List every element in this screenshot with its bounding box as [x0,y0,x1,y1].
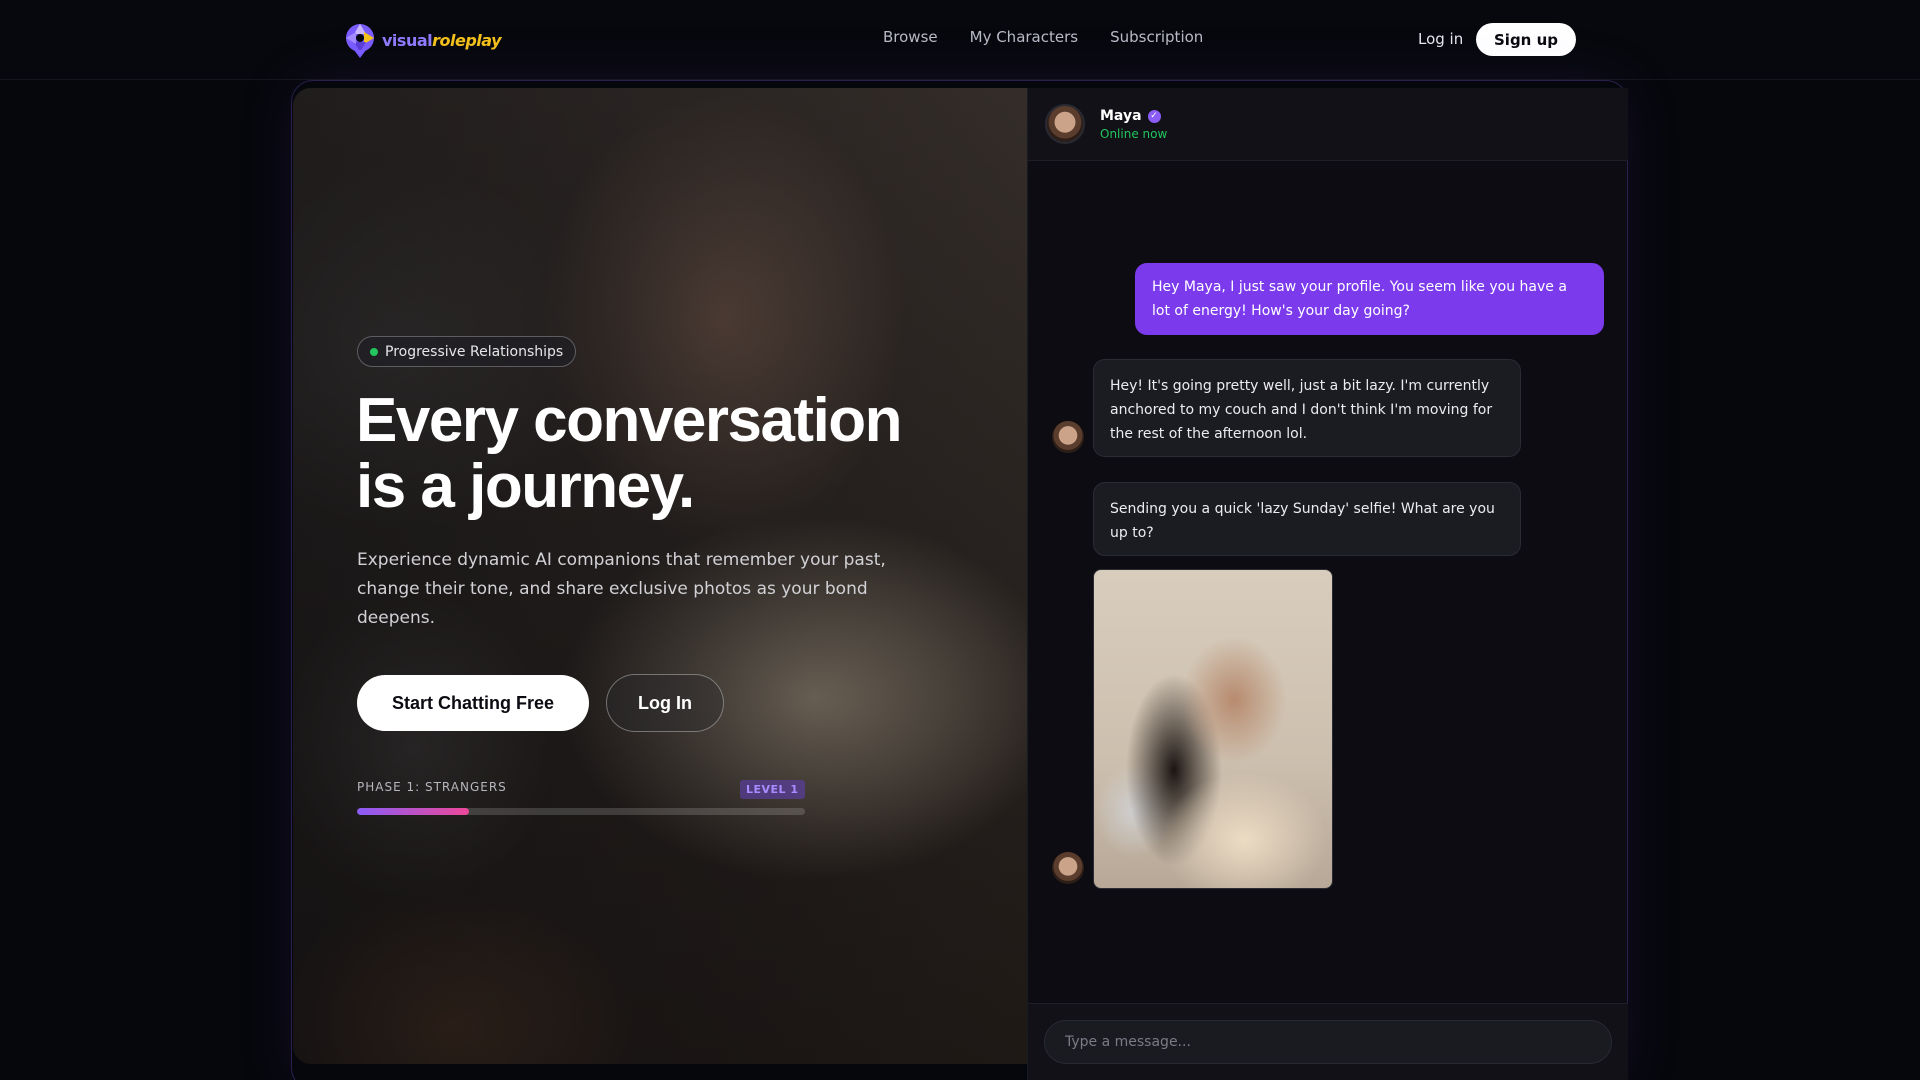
nav-link-my-characters[interactable]: My Characters [970,28,1078,46]
nav-links: Browse My Characters Subscription [883,28,1203,46]
verified-check-icon: ✓ [1147,109,1161,123]
brand-wordmark: visualroleplay [382,30,501,50]
bot-message-bubble: Sending you a quick 'lazy Sunday' selfie… [1093,482,1521,556]
avatar [1052,852,1084,884]
top-navbar: visualroleplay Browse My Characters Subs… [0,0,1920,80]
hero-panel: Progressive Relationships Every conversa… [293,88,1027,1064]
nav-link-browse[interactable]: Browse [883,28,938,46]
chat-header: Maya ✓ Online now [1028,88,1628,161]
brand-logo[interactable]: visualroleplay [344,21,501,59]
hero-title-line-1: Every conversation [356,386,903,455]
message-input[interactable] [1044,1020,1612,1064]
hero-title-line-2: is a journey. [356,452,695,521]
bot-message-bubble: Hey! It's going pretty well, just a bit … [1093,359,1521,457]
online-status: Online now [1100,127,1168,141]
start-chatting-button[interactable]: Start Chatting Free [357,675,589,731]
shared-selfie-photo[interactable] [1093,569,1333,889]
avatar [1052,421,1084,453]
hero-title: Every conversation is a journey. [356,388,976,520]
chat-contact-name: Maya ✓ [1100,108,1161,124]
login-link[interactable]: Log in [1418,30,1463,48]
relationship-progress-bar [357,808,805,815]
level-badge: LEVEL 1 [740,780,805,799]
contact-name-text: Maya [1100,108,1142,124]
signup-button[interactable]: Sign up [1476,23,1576,56]
nav-link-subscription[interactable]: Subscription [1110,28,1203,46]
message-composer [1028,1003,1628,1080]
aperture-logo-icon [346,24,374,58]
feature-badge: Progressive Relationships [357,336,577,367]
avatar[interactable] [1045,104,1085,144]
feature-badge-label: Progressive Relationships [385,343,564,360]
status-dot-icon [370,348,378,356]
relationship-phase-label: PHASE 1: STRANGERS [357,780,507,794]
hero-login-button[interactable]: Log In [606,674,724,732]
user-message-bubble: Hey Maya, I just saw your profile. You s… [1135,263,1604,335]
hero-subtitle: Experience dynamic AI companions that re… [357,550,886,628]
chat-panel: Maya ✓ Online now Hey Maya, I just saw y… [1027,88,1628,1080]
relationship-progress-fill [357,808,469,815]
